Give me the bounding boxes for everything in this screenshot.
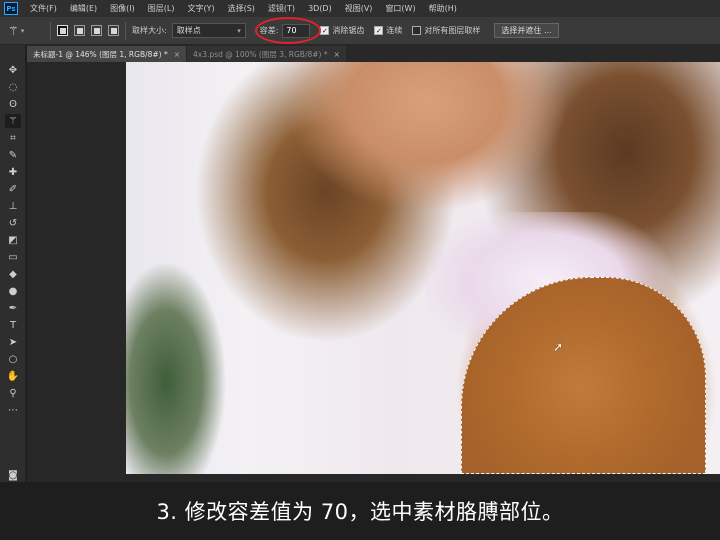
tools-panel: ✥ ◌ ʘ ⚚ ⌗ ✎ ✚ ✐ ⊥ ↺ ◩ ▭ ◆ ● ✒ T ➤ ○ ✋ ⚲ … [0, 45, 26, 507]
path-selection-tool-icon[interactable]: ➤ [5, 335, 21, 349]
divider [50, 21, 51, 40]
crop-tool-icon[interactable]: ⌗ [5, 131, 21, 145]
contiguous-checkbox[interactable]: ✓ [374, 26, 384, 35]
divider [125, 21, 126, 40]
zoom-tool-icon[interactable]: ⚲ [5, 386, 21, 400]
antialias-checkbox[interactable]: ✓ [320, 26, 330, 35]
menu-layer[interactable]: 图层(L) [148, 3, 175, 14]
blur-tool-icon[interactable]: ◆ [5, 267, 21, 281]
tool-preset-picker[interactable]: ⚚ ▾ [8, 24, 44, 38]
eyedropper-tool-icon[interactable]: ✎ [5, 148, 21, 162]
menu-bar: Ps 文件(F) 编辑(E) 图像(I) 图层(L) 文字(Y) 选择(S) 滤… [0, 0, 720, 17]
hand-tool-icon[interactable]: ✋ [5, 369, 21, 383]
sample-size-select[interactable]: 取样点 ▾ [171, 23, 246, 38]
close-icon[interactable]: × [334, 50, 340, 59]
gradient-tool-icon[interactable]: ▭ [5, 250, 21, 264]
add-to-selection-button[interactable] [74, 25, 85, 36]
marquee-tool-icon[interactable]: ◌ [5, 80, 21, 94]
more-tools-icon[interactable]: ⋯ [5, 403, 21, 417]
magic-wand-icon: ⚚ [8, 23, 19, 38]
type-tool-icon[interactable]: T [5, 318, 21, 332]
ellipse-tool-icon[interactable]: ○ [5, 352, 21, 366]
clone-stamp-tool-icon[interactable]: ⊥ [5, 199, 21, 213]
dodge-tool-icon[interactable]: ● [5, 284, 21, 298]
antialias-option[interactable]: ✓ 消除锯齿 [320, 25, 364, 36]
tab-4x3-psd[interactable]: 4x3.psd @ 100% (图层 3, RGB/8#) * × [187, 46, 346, 62]
tolerance-control: 容差: 70 [254, 16, 321, 44]
sample-size-label: 取样大小: [132, 26, 167, 35]
caption-text: 3. 修改容差值为 70，选中素材胳膊部位。 [156, 500, 564, 524]
menu-help[interactable]: 帮助(H) [429, 3, 457, 14]
brush-tool-icon[interactable]: ✐ [5, 182, 21, 196]
contiguous-label: 连续 [386, 26, 403, 35]
close-icon[interactable]: × [174, 50, 180, 59]
menu-type[interactable]: 文字(Y) [187, 3, 214, 14]
menu-edit[interactable]: 编辑(E) [70, 3, 97, 14]
lasso-tool-icon[interactable]: ʘ [5, 97, 21, 111]
chevron-down-icon: ▾ [20, 26, 25, 35]
tutorial-caption: 3. 修改容差值为 70，选中素材胳膊部位。 [0, 482, 720, 540]
menu-3d[interactable]: 3D(D) [308, 4, 332, 13]
quick-mask-icon[interactable]: ◙ [5, 468, 21, 482]
sample-size-value: 取样点 [176, 26, 201, 35]
document-canvas[interactable] [126, 62, 720, 474]
selection-mode-group [57, 25, 119, 36]
options-bar: ⚚ ▾ 取样大小: 取样点 ▾ 容差: 70 ✓ 消除锯齿 ✓ 连续 ✓ 对所有… [0, 16, 720, 45]
intersect-selection-button[interactable] [108, 25, 119, 36]
magic-wand-tool-icon[interactable]: ⚚ [5, 114, 21, 128]
move-tool-icon[interactable]: ✥ [5, 63, 21, 77]
healing-brush-tool-icon[interactable]: ✚ [5, 165, 21, 179]
sample-all-layers-label: 对所有图层取样 [424, 26, 481, 35]
menu-window[interactable]: 窗口(W) [385, 3, 415, 14]
photoshop-logo: Ps [4, 2, 18, 15]
subtract-from-selection-button[interactable] [91, 25, 102, 36]
pen-tool-icon[interactable]: ✒ [5, 301, 21, 315]
eraser-tool-icon[interactable]: ◩ [5, 233, 21, 247]
select-and-mask-button[interactable]: 选择并遮住 ... [494, 23, 559, 38]
menu-filter[interactable]: 滤镜(T) [268, 3, 295, 14]
new-selection-button[interactable] [57, 25, 68, 36]
sample-all-layers-option[interactable]: ✓ 对所有图层取样 [412, 25, 480, 36]
contiguous-option[interactable]: ✓ 连续 [374, 25, 402, 36]
history-brush-tool-icon[interactable]: ↺ [5, 216, 21, 230]
tab-untitled-1[interactable]: 未标题-1 @ 146% (图层 1, RGB/8#) * × [27, 46, 187, 62]
sample-all-layers-checkbox[interactable]: ✓ [412, 26, 422, 35]
antialias-label: 消除锯齿 [332, 26, 365, 35]
menu-select[interactable]: 选择(S) [228, 3, 255, 14]
menu-view[interactable]: 视图(V) [345, 3, 373, 14]
tab-label: 4x3.psd @ 100% (图层 3, RGB/8#) * [193, 49, 328, 59]
menu-file[interactable]: 文件(F) [30, 3, 57, 14]
chevron-down-icon: ▾ [237, 26, 241, 35]
document-tab-bar: 未标题-1 @ 146% (图层 1, RGB/8#) * × 4x3.psd … [27, 45, 720, 62]
menu-image[interactable]: 图像(I) [110, 3, 135, 14]
tab-label: 未标题-1 @ 146% (图层 1, RGB/8#) * [33, 49, 168, 59]
wand-cursor-icon: ➚ [553, 340, 564, 354]
highlight-circle [254, 16, 321, 44]
